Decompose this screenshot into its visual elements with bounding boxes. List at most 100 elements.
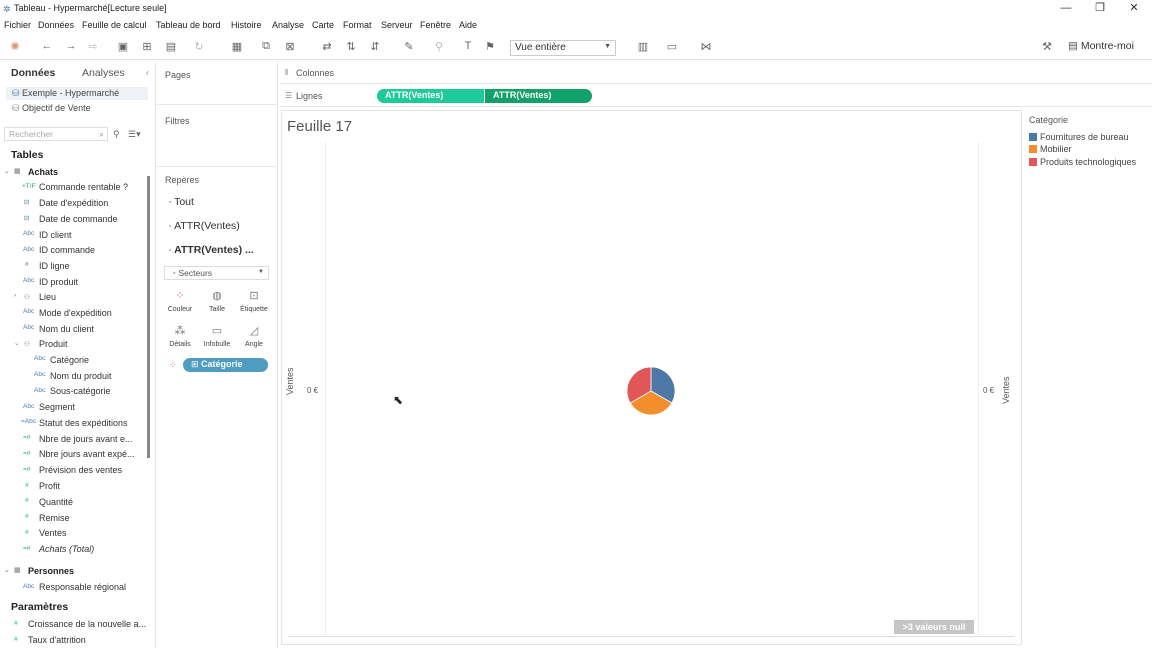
field-quantite[interactable]: Quantité bbox=[39, 497, 73, 507]
save-icon[interactable]: ▣ bbox=[116, 40, 130, 53]
columns-shelf[interactable]: ⦀ Colonnes bbox=[280, 62, 1152, 84]
field-produit[interactable]: Produit bbox=[39, 339, 68, 349]
field-id-client[interactable]: ID client bbox=[39, 230, 72, 240]
search-input[interactable]: Rechercher ⌕ bbox=[4, 127, 108, 141]
field-segment[interactable]: Segment bbox=[39, 402, 75, 412]
data-pane-scrollbar[interactable] bbox=[147, 176, 150, 458]
row-pill-attr-ventes-1[interactable]: ATTR(Ventes) bbox=[377, 89, 484, 103]
menu-aide[interactable]: Aide bbox=[459, 20, 477, 30]
new-datasource-icon[interactable]: ⊞ bbox=[140, 40, 154, 53]
label-button[interactable]: ⊡ Étiquette bbox=[237, 289, 271, 313]
datasource-objectif[interactable]: ⛁ Objectif de Vente bbox=[12, 103, 91, 114]
sort-asc-icon[interactable]: ⇅ bbox=[344, 40, 358, 53]
field-sous-categorie[interactable]: Sous-catégorie bbox=[50, 386, 111, 396]
menu-tableau-de-bord[interactable]: Tableau de bord bbox=[156, 20, 221, 30]
field-date-commande[interactable]: Date de commande bbox=[39, 214, 118, 224]
minimize-icon[interactable]: — bbox=[1056, 2, 1076, 16]
group-icon[interactable]: ⚲ bbox=[432, 40, 446, 53]
field-categorie[interactable]: Catégorie bbox=[50, 355, 89, 365]
filter-icon[interactable]: ⚲ bbox=[113, 129, 120, 140]
pie-chart[interactable] bbox=[626, 366, 676, 416]
undo-icon[interactable]: ← bbox=[40, 40, 54, 52]
collapse-pane-icon[interactable]: ‹ bbox=[146, 68, 149, 77]
datasource-hypermarche[interactable]: ⛁ Exemple - Hypermarché bbox=[12, 88, 119, 99]
field-ventes[interactable]: Ventes bbox=[39, 528, 67, 538]
field-prevision-ventes[interactable]: Prévision des ventes bbox=[39, 465, 122, 475]
field-nom-client[interactable]: Nom du client bbox=[39, 324, 94, 334]
clear-sheet-icon[interactable]: ⊠ bbox=[283, 40, 297, 53]
menu-format[interactable]: Format bbox=[343, 20, 372, 30]
legend-item-mobilier[interactable]: Mobilier bbox=[1029, 144, 1072, 154]
show-me-button[interactable]: ▤ Montre-moi bbox=[1068, 40, 1134, 52]
null-values-badge[interactable]: >3 valeurs null bbox=[894, 620, 974, 634]
share-icon[interactable]: ⋈ bbox=[699, 40, 713, 53]
restore-icon[interactable]: ❐ bbox=[1090, 2, 1110, 16]
field-id-ligne[interactable]: ID ligne bbox=[39, 261, 70, 271]
color-button[interactable]: ⁘ Couleur bbox=[163, 289, 197, 313]
field-date-expedition[interactable]: Date d'expédition bbox=[39, 198, 108, 208]
field-remise[interactable]: Remise bbox=[39, 513, 70, 523]
new-sheet-icon[interactable]: ▤ bbox=[164, 40, 178, 53]
field-id-commande[interactable]: ID commande bbox=[39, 245, 95, 255]
mark-type-select[interactable]: ◔ Secteurs ▼ bbox=[164, 266, 269, 280]
marks-tab-attr-ventes-2[interactable]: ◔ ATTR(Ventes) ... bbox=[167, 244, 254, 256]
param-taux-attrition[interactable]: Taux d'attrition bbox=[28, 635, 86, 645]
legend-item-produits-tech[interactable]: Produits technologiques bbox=[1029, 157, 1136, 167]
menu-histoire[interactable]: Histoire bbox=[231, 20, 262, 30]
replay-icon[interactable]: ⇨ bbox=[86, 40, 100, 53]
detail-button[interactable]: ⁂ Détails bbox=[163, 324, 197, 348]
field-lieu[interactable]: Lieu bbox=[39, 292, 56, 302]
close-icon[interactable]: ✕ bbox=[1124, 2, 1144, 16]
group-personnes[interactable]: Personnes bbox=[28, 566, 74, 576]
pin-icon[interactable]: ⚑ bbox=[483, 40, 497, 53]
field-mode-expedition[interactable]: Mode d'expédition bbox=[39, 308, 112, 318]
menu-fichier[interactable]: Fichier bbox=[4, 20, 31, 30]
row-pill-attr-ventes-2[interactable]: ATTR(Ventes) bbox=[485, 89, 592, 103]
swap-icon[interactable]: ⇄ bbox=[320, 40, 334, 53]
menu-feuille[interactable]: Feuille de calcul bbox=[82, 20, 147, 30]
sheet-title[interactable]: Feuille 17 bbox=[287, 118, 352, 135]
field-nom-produit[interactable]: Nom du produit bbox=[50, 371, 112, 381]
axis-title-left[interactable]: Ventes bbox=[285, 367, 295, 395]
field-id-produit[interactable]: ID produit bbox=[39, 277, 78, 287]
duplicate-icon[interactable]: ⧉ bbox=[259, 40, 273, 53]
tab-data[interactable]: Données bbox=[11, 67, 55, 79]
marks-tab-all[interactable]: ◔ Tout bbox=[167, 196, 194, 208]
field-statut-expeditions[interactable]: Statut des expéditions bbox=[39, 418, 128, 428]
legend-title[interactable]: Catégorie bbox=[1029, 115, 1068, 125]
menu-carte[interactable]: Carte bbox=[312, 20, 334, 30]
legend-item-fournitures[interactable]: Fournitures de bureau bbox=[1029, 132, 1129, 142]
presentation-icon[interactable]: ▭ bbox=[665, 40, 679, 53]
tableau-logo-icon[interactable]: ✺ bbox=[8, 40, 22, 53]
size-button[interactable]: ◍ Taille bbox=[200, 289, 234, 313]
chevron-down-icon[interactable]: ⌄ bbox=[4, 566, 10, 574]
tooltip-button[interactable]: ▭ Infobulle bbox=[200, 324, 234, 348]
redo-icon[interactable]: → bbox=[64, 40, 78, 52]
param-croissance[interactable]: Croissance de la nouvelle a... bbox=[28, 619, 146, 629]
field-profit[interactable]: Profit bbox=[39, 481, 60, 491]
field-nbre-jours-avant-e[interactable]: Nbre de jours avant e... bbox=[39, 434, 133, 444]
refresh-icon[interactable]: ↻ bbox=[192, 40, 206, 53]
field-achats-total[interactable]: Achats (Total) bbox=[39, 544, 94, 554]
color-pill-categorie[interactable]: ⊞ Catégorie bbox=[183, 358, 268, 372]
run-update-icon[interactable]: ▦ bbox=[230, 40, 244, 53]
menu-donnees[interactable]: Données bbox=[38, 20, 74, 30]
labels-icon[interactable]: T bbox=[461, 40, 475, 52]
view-size-select[interactable]: Vue entière ▼ bbox=[510, 40, 616, 56]
field-nbre-jours-avant-expe[interactable]: Nbre jours avant expé... bbox=[39, 449, 135, 459]
highlight-icon[interactable]: ✎ bbox=[402, 40, 416, 53]
axis-title-right[interactable]: Ventes bbox=[1001, 376, 1011, 404]
view-options-icon[interactable]: ☰▾ bbox=[128, 129, 141, 140]
group-achats[interactable]: Achats bbox=[28, 167, 58, 177]
field-responsable-regional[interactable]: Responsable régional bbox=[39, 582, 126, 592]
chevron-down-icon[interactable]: ⌄ bbox=[4, 167, 10, 175]
marks-tab-attr-ventes[interactable]: ◔ ATTR(Ventes) bbox=[167, 220, 240, 232]
angle-button[interactable]: ◿ Angle bbox=[237, 324, 271, 348]
paint-icon[interactable]: ⚒ bbox=[1040, 40, 1054, 53]
sort-desc-icon[interactable]: ⇵ bbox=[368, 40, 382, 53]
menu-analyse[interactable]: Analyse bbox=[272, 20, 304, 30]
show-cards-icon[interactable]: ▥ bbox=[636, 40, 650, 53]
menu-fenetre[interactable]: Fenêtre bbox=[420, 20, 451, 30]
tab-analytics[interactable]: Analyses bbox=[82, 67, 125, 79]
field-commande-rentable[interactable]: Commande rentable ? bbox=[39, 182, 128, 192]
